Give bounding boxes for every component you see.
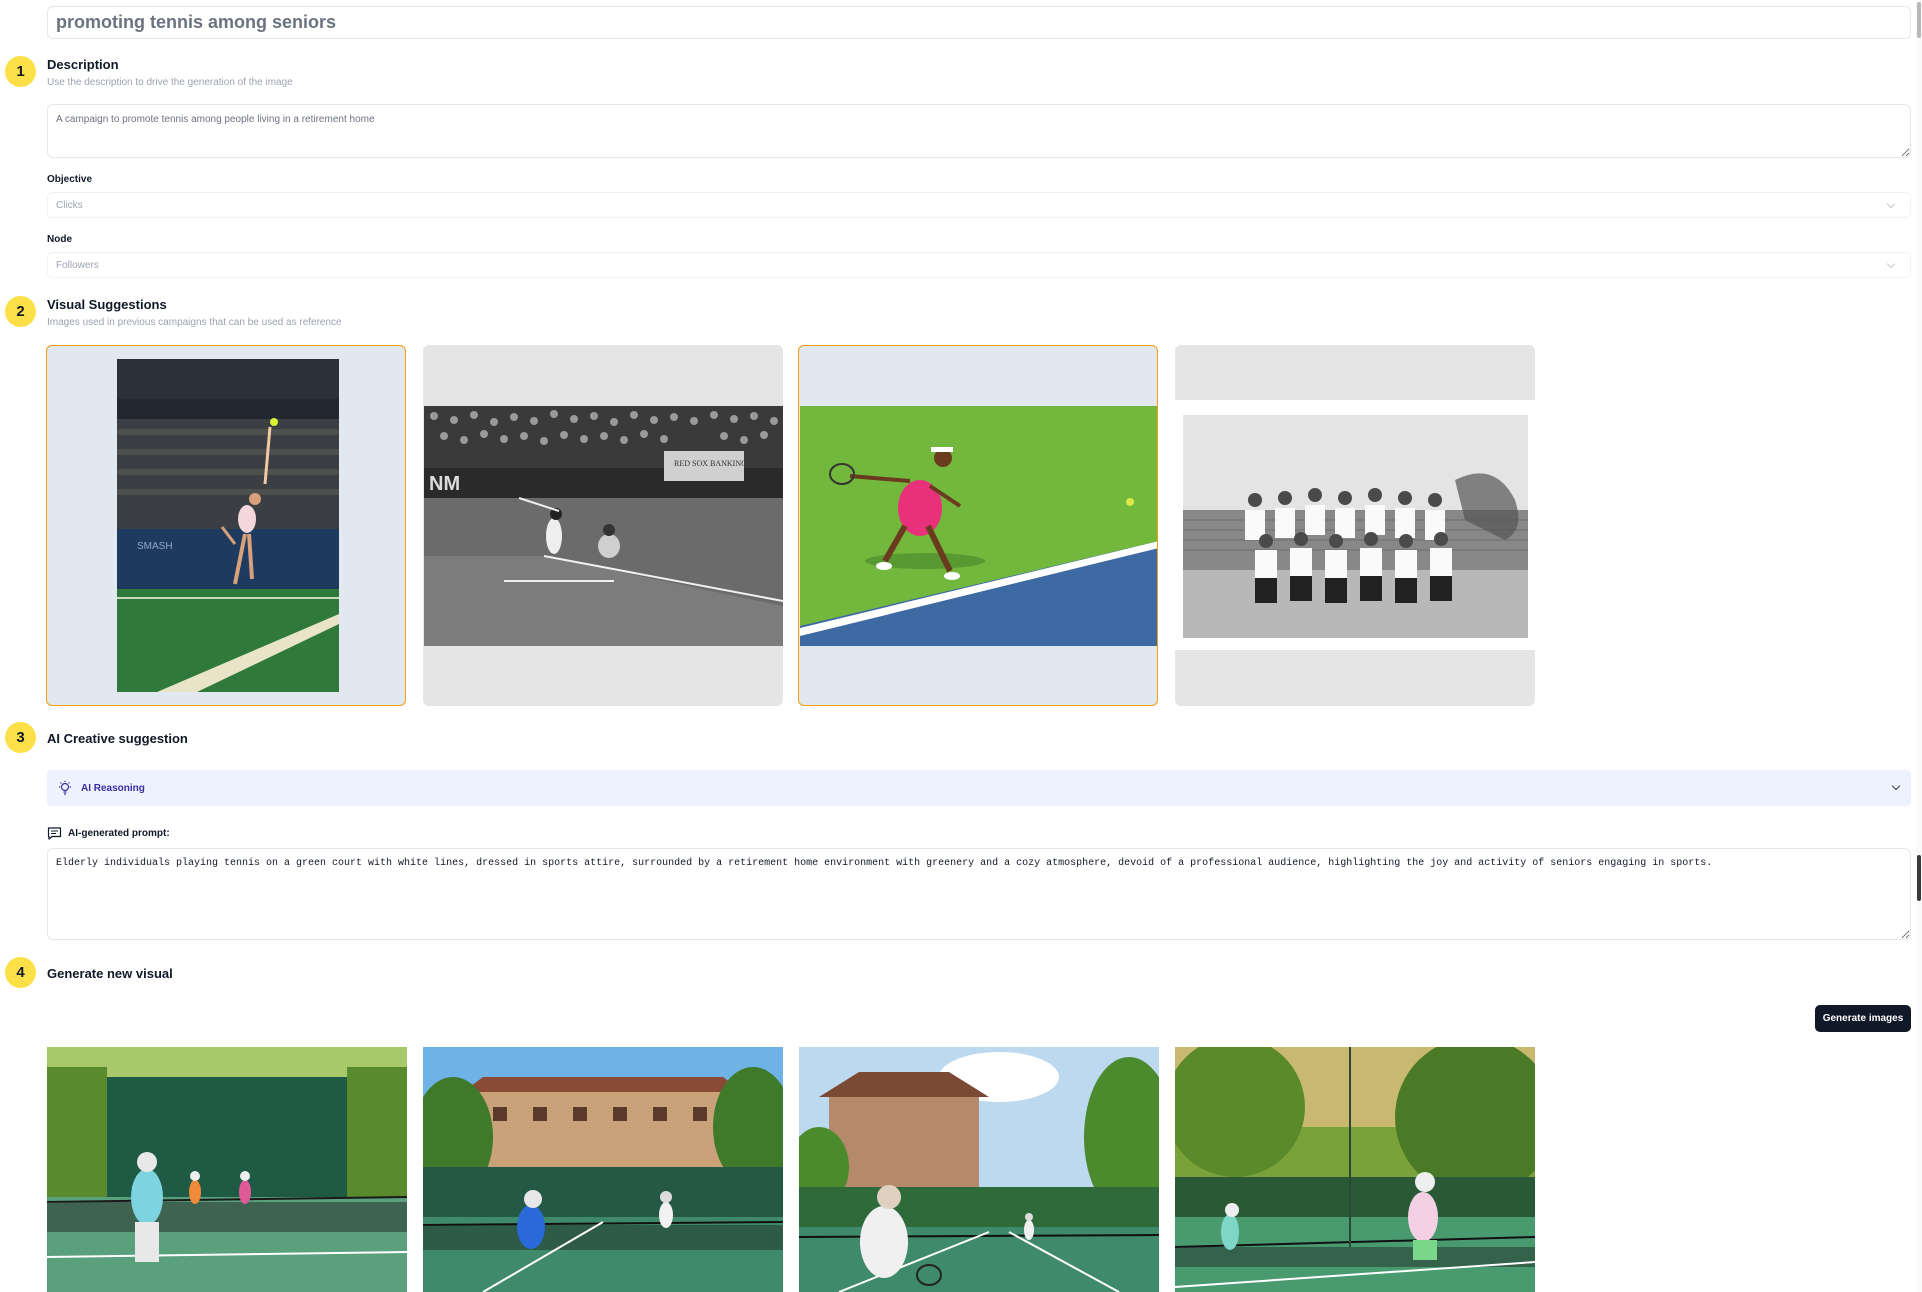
tennis-serve-image: SMASH — [117, 359, 339, 692]
ai-prompt-textarea[interactable]: Elderly individuals playing tennis on a … — [47, 848, 1911, 940]
description-section-title: Description — [47, 57, 119, 72]
generated-image-3[interactable] — [799, 1047, 1159, 1292]
step-4-badge: 4 — [5, 957, 36, 988]
campaign-title-input[interactable] — [47, 6, 1911, 39]
ai-creative-suggestion-title: AI Creative suggestion — [47, 731, 188, 746]
message-square-icon — [47, 827, 62, 840]
chevron-down-icon — [1891, 781, 1901, 791]
node-select[interactable]: Followers — [47, 252, 1911, 278]
step-1-badge: 1 — [5, 56, 36, 87]
lightbulb-icon — [59, 780, 71, 795]
baseball-batter-image: RED SOX BANKING NM — [424, 406, 783, 646]
generated-image-2[interactable] — [423, 1047, 783, 1292]
ai-reasoning-label: AI Reasoning — [81, 782, 145, 794]
chevron-down-icon — [1886, 199, 1896, 208]
scrollbar-thumb[interactable] — [1917, 2, 1921, 38]
chevron-down-icon — [1886, 259, 1896, 268]
visual-suggestions-title: Visual Suggestions — [47, 297, 167, 312]
ai-prompt-label: AI-generated prompt: — [68, 828, 170, 839]
svg-text:NM: NM — [429, 473, 460, 495]
description-textarea[interactable]: A campaign to promote tennis among peopl… — [47, 104, 1911, 158]
step-3-badge: 3 — [5, 722, 36, 753]
node-value: Followers — [56, 259, 99, 271]
generated-image-4[interactable] — [1175, 1047, 1535, 1292]
objective-label: Objective — [47, 174, 93, 185]
visual-suggestions-subtitle: Images used in previous campaigns that c… — [47, 317, 342, 328]
svg-text:SMASH: SMASH — [137, 541, 173, 552]
description-section-subtitle: Use the description to drive the generat… — [47, 77, 293, 88]
svg-text:RED SOX BANKING: RED SOX BANKING — [674, 459, 747, 468]
visual-suggestion-card-2[interactable]: RED SOX BANKING NM — [423, 345, 783, 706]
tennis-player-pink-image — [800, 406, 1157, 646]
womens-tennis-team-image — [1175, 400, 1535, 650]
scrollbar-thumb-inner[interactable] — [1917, 855, 1921, 901]
generate-new-visual-title: Generate new visual — [47, 966, 173, 981]
visual-suggestion-card-1[interactable]: SMASH — [46, 345, 406, 706]
step-2-badge: 2 — [5, 296, 36, 327]
objective-select[interactable]: Clicks — [47, 192, 1911, 218]
visual-suggestion-card-3[interactable] — [798, 345, 1158, 706]
ai-reasoning-accordion[interactable]: AI Reasoning — [47, 770, 1911, 806]
visual-suggestion-card-4[interactable] — [1175, 345, 1535, 706]
node-label: Node — [47, 234, 72, 245]
objective-value: Clicks — [56, 199, 83, 211]
generate-images-button[interactable]: Generate images — [1815, 1005, 1911, 1032]
generated-image-1[interactable] — [47, 1047, 407, 1292]
scrollbar-track[interactable] — [1916, 0, 1922, 1292]
